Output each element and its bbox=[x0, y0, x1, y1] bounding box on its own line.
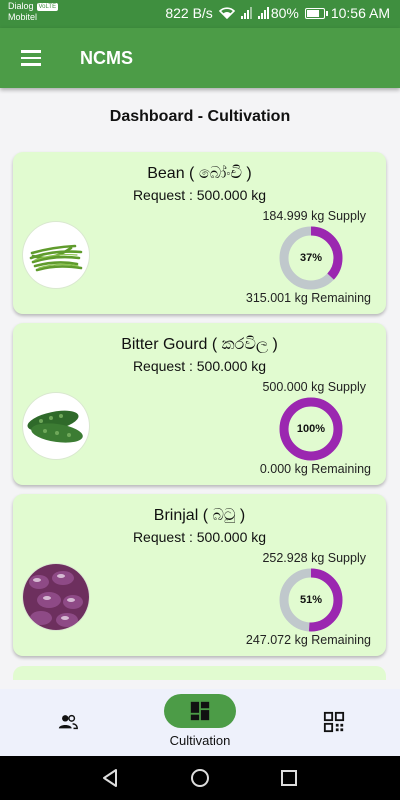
volte-badge: VoLTE bbox=[36, 2, 59, 11]
crop-name: Bean ( බෝංචි ) bbox=[147, 165, 252, 182]
carrier-primary: Dialog bbox=[8, 1, 34, 11]
supply-text: 500.000 kg Supply bbox=[262, 380, 366, 394]
page-title: Dashboard - Cultivation bbox=[109, 108, 291, 125]
battery-percent: 80% bbox=[270, 5, 299, 21]
hamburger-menu-icon[interactable] bbox=[21, 50, 41, 66]
nav-item-cultivation[interactable]: Cultivation bbox=[160, 689, 240, 756]
app-title: NCMS bbox=[80, 48, 133, 68]
crop-list[interactable]: Bean ( බෝංචි ) Request : 500.000 kg 184.… bbox=[0, 150, 400, 680]
crop-request: Request : 500.000 kg bbox=[132, 187, 267, 203]
carrier-secondary: Mobitel bbox=[8, 12, 38, 22]
crop-card-bitter-gourd[interactable]: Bitter Gourd ( කරවිල ) Request : 500.000… bbox=[13, 323, 386, 485]
signal-icon bbox=[240, 7, 252, 19]
people-icon bbox=[58, 714, 78, 730]
network-speed: 822 B/s bbox=[165, 5, 213, 21]
signal-icon-2 bbox=[257, 7, 269, 19]
recents-icon[interactable] bbox=[279, 768, 299, 788]
progress-percent: 51% bbox=[299, 594, 323, 606]
crop-name: Brinjal ( බටු ) bbox=[153, 507, 246, 524]
progress-percent: 100% bbox=[296, 423, 326, 435]
back-icon[interactable] bbox=[101, 768, 121, 788]
active-indicator bbox=[164, 694, 236, 728]
remaining-text: 247.072 kg Remaining bbox=[245, 633, 371, 647]
supply-text: 252.928 kg Supply bbox=[262, 551, 366, 565]
qr-code-icon bbox=[323, 711, 345, 733]
crop-request: Request : 500.000 kg bbox=[132, 358, 267, 374]
remaining-text: 315.001 kg Remaining bbox=[245, 291, 371, 305]
bottom-navigation: Cultivation bbox=[0, 689, 400, 756]
status-bar: Dialog VoLTE Mobitel 822 B/s 80% 10:56 AM bbox=[0, 0, 400, 28]
dashboard-icon bbox=[190, 701, 210, 721]
nav-item-qr[interactable] bbox=[306, 689, 362, 756]
battery-icon bbox=[304, 7, 328, 19]
bean-image bbox=[23, 222, 89, 288]
clock: 10:56 AM bbox=[330, 5, 390, 21]
carrier-info: Dialog VoLTE Mobitel bbox=[8, 1, 59, 23]
progress-percent: 37% bbox=[299, 252, 323, 264]
system-navigation-bar bbox=[0, 756, 400, 800]
wifi-icon bbox=[218, 7, 235, 19]
remaining-text: 0.000 kg Remaining bbox=[259, 462, 371, 476]
home-icon[interactable] bbox=[190, 768, 210, 788]
app-bar: NCMS bbox=[0, 28, 400, 88]
bitter-gourd-image bbox=[23, 393, 89, 459]
crop-card-brinjal[interactable]: Brinjal ( බටු ) Request : 500.000 kg 252… bbox=[13, 494, 386, 656]
nav-item-users[interactable] bbox=[40, 689, 96, 756]
supply-text: 184.999 kg Supply bbox=[262, 209, 366, 223]
crop-card-next[interactable] bbox=[13, 666, 386, 680]
crop-request: Request : 500.000 kg bbox=[132, 529, 267, 545]
crop-name: Bitter Gourd ( කරවිල ) bbox=[121, 336, 278, 353]
brinjal-image bbox=[23, 564, 89, 630]
crop-card-bean[interactable]: Bean ( බෝංචි ) Request : 500.000 kg 184.… bbox=[13, 152, 386, 314]
nav-label-cultivation: Cultivation bbox=[169, 733, 231, 748]
